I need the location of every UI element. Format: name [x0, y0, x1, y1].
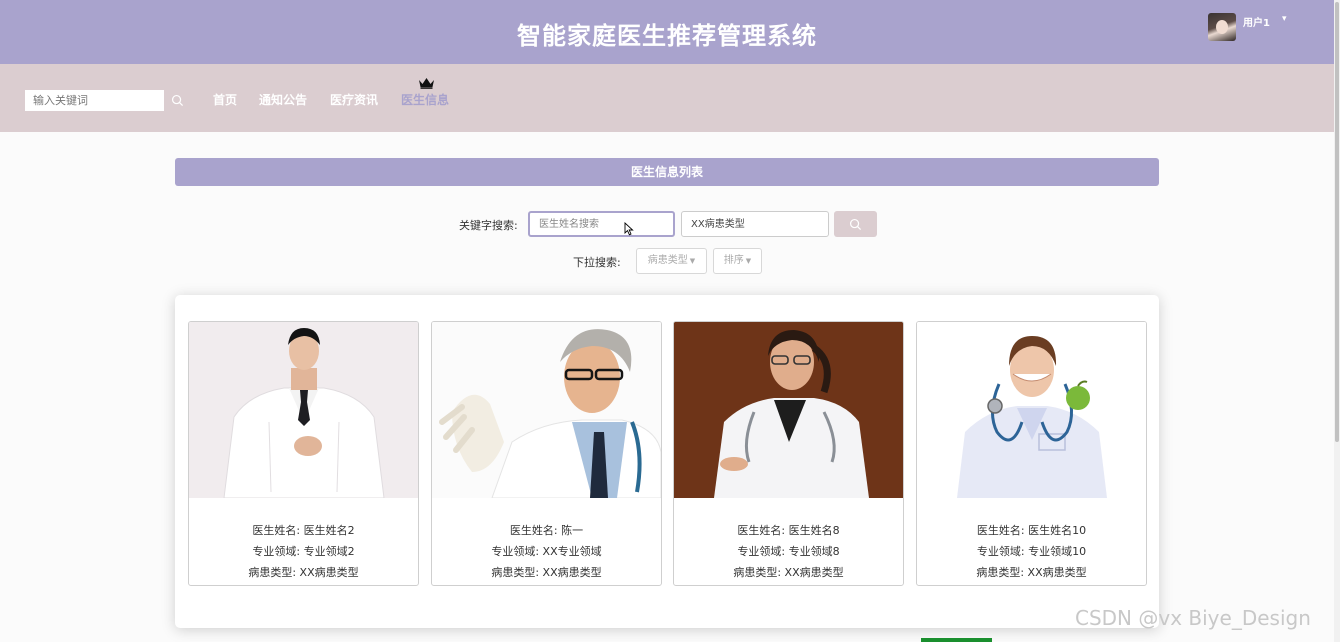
doctor-patient-type: 病患类型: XX病患类型 — [733, 566, 844, 579]
dropdown-search-label: 下拉搜索: — [573, 256, 621, 269]
doctor-field: 专业领域: 专业领域8 — [737, 545, 840, 558]
doctor-name: 医生姓名: 医生姓名10 — [976, 524, 1087, 537]
doctor-field: 专业领域: XX专业领域 — [491, 545, 602, 558]
doctor-photo[interactable] — [674, 322, 903, 498]
doctor-card[interactable]: 医生姓名: 陈一 专业领域: XX专业领域 病患类型: XX病患类型 — [431, 321, 662, 586]
doctor-card[interactable]: 医生姓名: 医生姓名8 专业领域: 专业领域8 病患类型: XX病患类型 — [673, 321, 904, 586]
watermark: CSDN @vx Biye_Design — [1075, 606, 1311, 630]
dropdown-label: 病患类型 — [647, 255, 688, 266]
doctor-info: 医生姓名: 医生姓名2 专业领域: 专业领域2 病患类型: XX病患类型 — [189, 520, 418, 583]
caret-down-icon: ▼ — [689, 257, 696, 265]
doctor-name: 医生姓名: 医生姓名8 — [737, 524, 840, 537]
avatar[interactable] — [1208, 13, 1236, 41]
mouse-cursor-icon — [624, 222, 634, 236]
dropdown-label: 排序 — [723, 255, 744, 266]
search-input[interactable] — [25, 90, 164, 111]
doctor-patient-type: 病患类型: XX病患类型 — [491, 566, 602, 579]
doctor-field: 专业领域: 专业领域2 — [252, 545, 355, 558]
green-strip — [921, 638, 992, 642]
doctor-photo[interactable] — [189, 322, 418, 498]
doctor-photo[interactable] — [917, 322, 1146, 498]
list-title: 医生信息列表 — [175, 158, 1159, 186]
top-header: 智能家庭医生推荐管理系统 用户1 ▾ — [0, 0, 1334, 64]
doctor-info: 医生姓名: 医生姓名10 专业领域: 专业领域10 病患类型: XX病患类型 — [917, 520, 1146, 583]
doctor-photo[interactable] — [432, 322, 661, 498]
nav-item-home[interactable]: 首页 — [213, 91, 237, 108]
crown-icon — [419, 78, 434, 89]
scrollbar-thumb[interactable] — [1335, 2, 1339, 442]
doctor-card[interactable]: 医生姓名: 医生姓名2 专业领域: 专业领域2 病患类型: XX病患类型 — [188, 321, 419, 586]
doctor-info: 医生姓名: 陈一 专业领域: XX专业领域 病患类型: XX病患类型 — [432, 520, 661, 583]
user-menu[interactable]: 用户1 ▾ — [1208, 13, 1298, 43]
patient-type-search-input[interactable] — [681, 211, 829, 237]
sort-dropdown[interactable]: 排序 ▼ — [713, 248, 762, 274]
doctor-info: 医生姓名: 医生姓名8 专业领域: 专业领域8 病患类型: XX病患类型 — [674, 520, 903, 583]
doctor-name-search-input[interactable] — [528, 211, 675, 237]
nav-item-medical-news[interactable]: 医疗资讯 — [330, 91, 378, 108]
doctor-name: 医生姓名: 陈一 — [509, 524, 584, 537]
page: 智能家庭医生推荐管理系统 用户1 ▾ 首页 通知公告 医疗资讯 医生信息 医生信… — [0, 0, 1340, 642]
search-button[interactable] — [834, 211, 877, 237]
page-scrollbar[interactable] — [1334, 0, 1340, 642]
doctor-cards-panel: 医生姓名: 医生姓名2 专业领域: 专业领域2 病患类型: XX病患类型 医生姓… — [175, 295, 1159, 628]
search-icon[interactable] — [171, 94, 184, 107]
doctor-patient-type: 病患类型: XX病患类型 — [976, 566, 1087, 579]
site-title: 智能家庭医生推荐管理系统 — [517, 22, 817, 50]
doctor-card[interactable]: 医生姓名: 医生姓名10 专业领域: 专业领域10 病患类型: XX病患类型 — [916, 321, 1147, 586]
nav-item-notices[interactable]: 通知公告 — [259, 91, 307, 108]
caret-down-icon: ▼ — [745, 257, 752, 265]
keyword-search-label: 关键字搜索: — [459, 219, 518, 232]
search-icon — [849, 218, 862, 231]
doctor-field: 专业领域: 专业领域10 — [976, 545, 1087, 558]
nav-item-doctor-info[interactable]: 医生信息 — [401, 91, 449, 108]
username[interactable]: 用户1 — [1243, 14, 1270, 29]
navbar: 首页 通知公告 医疗资讯 医生信息 — [0, 64, 1334, 132]
chevron-down-icon[interactable]: ▾ — [1282, 14, 1287, 24]
doctor-patient-type: 病患类型: XX病患类型 — [248, 566, 359, 579]
doctor-name: 医生姓名: 医生姓名2 — [252, 524, 355, 537]
patient-type-dropdown[interactable]: 病患类型 ▼ — [636, 248, 707, 274]
